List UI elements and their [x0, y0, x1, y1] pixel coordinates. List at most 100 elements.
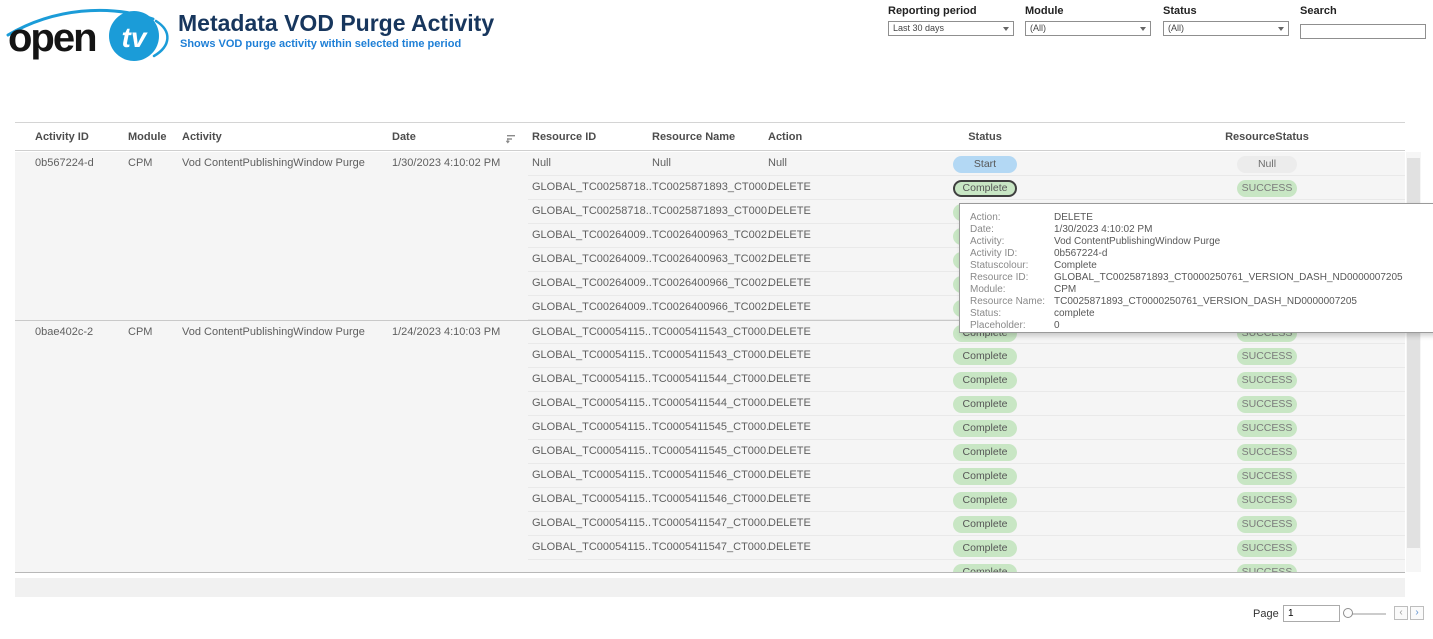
cell-activity: Vod ContentPublishingWindow Purge — [182, 326, 365, 338]
resource-status-badge[interactable]: SUCCESS — [1237, 540, 1297, 557]
tooltip-row: Status:complete — [970, 308, 1433, 320]
cell-resource-id: GLOBAL_TC00258718.. — [532, 181, 652, 193]
cell-resource-name: TC0026400963_TC002.. — [652, 229, 773, 241]
cell-action: DELETE — [768, 326, 811, 338]
table-bottom-border — [15, 572, 1405, 573]
table-row[interactable]: GLOBAL_TC00054115..TC0005411547_CT000..D… — [15, 536, 1405, 560]
column-header-activity-id[interactable]: Activity ID — [35, 131, 89, 143]
cell-resource-name: TC0005411547_CT000.. — [652, 541, 772, 553]
reporting-period-select[interactable]: Last 30 days — [888, 21, 1014, 36]
svg-text:open: open — [8, 16, 96, 60]
table-row[interactable]: Complete SUCCESS — [15, 560, 1405, 572]
resource-status-badge[interactable]: SUCCESS — [1237, 396, 1297, 413]
page-number-input[interactable] — [1283, 605, 1340, 622]
table-row[interactable]: GLOBAL_TC00054115..TC0005411543_CT000..D… — [15, 344, 1405, 368]
status-badge[interactable]: Complete — [953, 444, 1017, 461]
tooltip-row: Date:1/30/2023 4:10:02 PM — [970, 224, 1433, 236]
cell-resource-name: TC0005411545_CT000.. — [652, 445, 772, 457]
cell-resource-name: TC0026400963_TC002.. — [652, 253, 773, 265]
cell-module: CPM — [128, 157, 152, 169]
column-header-status[interactable]: Status — [968, 131, 1002, 143]
resource-status-badge[interactable]: SUCCESS — [1237, 372, 1297, 389]
cell-action: DELETE — [768, 205, 811, 217]
status-badge[interactable]: Complete — [953, 180, 1017, 197]
table-row[interactable]: GLOBAL_TC00054115..TC0005411547_CT000..D… — [15, 512, 1405, 536]
cell-action: DELETE — [768, 493, 811, 505]
status-badge[interactable]: Complete — [953, 348, 1017, 365]
tooltip-field-label: Status: — [970, 308, 1054, 320]
resource-status-badge[interactable]: SUCCESS — [1237, 516, 1297, 533]
tooltip-field-value: complete — [1054, 308, 1095, 319]
table-header-row: Activity ID Module Activity Date Resourc… — [15, 123, 1405, 151]
cell-resource-name: TC0005411544_CT000.. — [652, 397, 772, 409]
cell-action: DELETE — [768, 301, 811, 313]
status-select[interactable]: (All) — [1163, 21, 1289, 36]
table-row[interactable]: GLOBAL_TC00054115..TC0005411546_CT000..D… — [15, 464, 1405, 488]
table-row[interactable]: GLOBAL_TC00054115..TC0005411545_CT000..D… — [15, 440, 1405, 464]
resource-status-badge[interactable]: Null — [1237, 156, 1297, 173]
table-row[interactable]: GLOBAL_TC00054115..TC0005411545_CT000..D… — [15, 416, 1405, 440]
resource-status-badge[interactable]: SUCCESS — [1237, 564, 1297, 573]
chevron-down-icon — [1003, 27, 1009, 31]
status-badge[interactable]: Start — [953, 156, 1017, 173]
cell-module: CPM — [128, 326, 152, 338]
filter-status: Status (All) — [1163, 5, 1289, 36]
status-badge[interactable]: Complete — [953, 492, 1017, 509]
table-row[interactable]: GLOBAL_TC00258718..TC0025871893_CT000..D… — [15, 176, 1405, 200]
tooltip-field-value: GLOBAL_TC0025871893_CT0000250761_VERSION… — [1054, 272, 1403, 283]
tooltip-field-value: CPM — [1054, 284, 1076, 295]
table-row[interactable]: GLOBAL_TC00054115..TC0005411544_CT000..D… — [15, 368, 1405, 392]
resource-status-badge[interactable]: SUCCESS — [1237, 180, 1297, 197]
column-header-resource-status[interactable]: ResourceStatus — [1225, 131, 1309, 143]
resource-status-badge[interactable]: SUCCESS — [1237, 468, 1297, 485]
resource-status-badge[interactable]: SUCCESS — [1237, 444, 1297, 461]
column-header-activity[interactable]: Activity — [182, 131, 222, 143]
resource-status-badge[interactable]: SUCCESS — [1237, 420, 1297, 437]
row-detail-tooltip: Action:DELETEDate:1/30/2023 4:10:02 PMAc… — [959, 203, 1433, 333]
page-subtitle: Shows VOD purge activity within selected… — [180, 38, 461, 50]
tooltip-row: Module:CPM — [970, 284, 1433, 296]
tooltip-field-value: 0b567224-d — [1054, 248, 1107, 259]
table-row[interactable]: GLOBAL_TC00054115..TC0005411546_CT000..D… — [15, 488, 1405, 512]
reporting-period-label: Reporting period — [888, 5, 1014, 17]
status-badge[interactable]: Complete — [953, 372, 1017, 389]
status-badge[interactable]: Complete — [953, 516, 1017, 533]
status-badge[interactable]: Complete — [953, 564, 1017, 573]
next-page-button[interactable]: › — [1410, 606, 1424, 620]
cell-action: DELETE — [768, 469, 811, 481]
resource-status-badge[interactable]: SUCCESS — [1237, 492, 1297, 509]
cell-resource-id: GLOBAL_TC00264009.. — [532, 301, 652, 313]
sort-descending-icon[interactable] — [505, 132, 516, 150]
resource-status-badge[interactable]: SUCCESS — [1237, 348, 1297, 365]
chevron-down-icon — [1278, 27, 1284, 31]
previous-page-button[interactable]: ‹ — [1394, 606, 1408, 620]
column-header-resource-id[interactable]: Resource ID — [532, 131, 596, 143]
status-badge[interactable]: Complete — [953, 468, 1017, 485]
column-header-resource-name[interactable]: Resource Name — [652, 131, 735, 143]
search-input[interactable] — [1300, 24, 1426, 39]
cell-resource-name: TC0026400966_TC002.. — [652, 277, 773, 289]
page-slider-track[interactable] — [1350, 613, 1386, 615]
column-header-action[interactable]: Action — [768, 131, 802, 143]
cell-resource-name: Null — [652, 157, 671, 169]
cell-resource-name: TC0005411547_CT000.. — [652, 517, 772, 529]
column-header-module[interactable]: Module — [128, 131, 167, 143]
status-badge[interactable]: Complete — [953, 420, 1017, 437]
status-badge[interactable]: Complete — [953, 396, 1017, 413]
column-header-date[interactable]: Date — [392, 131, 416, 143]
cell-resource-id: GLOBAL_TC00054115.. — [532, 349, 651, 361]
module-select[interactable]: (All) — [1025, 21, 1151, 36]
cell-action: DELETE — [768, 277, 811, 289]
cell-resource-id: GLOBAL_TC00054115.. — [532, 373, 651, 385]
status-value: (All) — [1168, 23, 1184, 33]
cell-action: DELETE — [768, 229, 811, 241]
table-row[interactable]: 0b567224-dCPMVod ContentPublishingWindow… — [15, 152, 1405, 176]
cell-resource-name: TC0005411546_CT000.. — [652, 469, 772, 481]
tooltip-row: Activity:Vod ContentPublishingWindow Pur… — [970, 236, 1433, 248]
page-slider-thumb[interactable] — [1343, 608, 1353, 618]
status-badge[interactable]: Complete — [953, 540, 1017, 557]
cell-action: Null — [768, 157, 787, 169]
tooltip-field-value: TC0025871893_CT0000250761_VERSION_DASH_N… — [1054, 296, 1357, 307]
filter-search: Search — [1300, 5, 1426, 39]
table-row[interactable]: GLOBAL_TC00054115..TC0005411544_CT000..D… — [15, 392, 1405, 416]
